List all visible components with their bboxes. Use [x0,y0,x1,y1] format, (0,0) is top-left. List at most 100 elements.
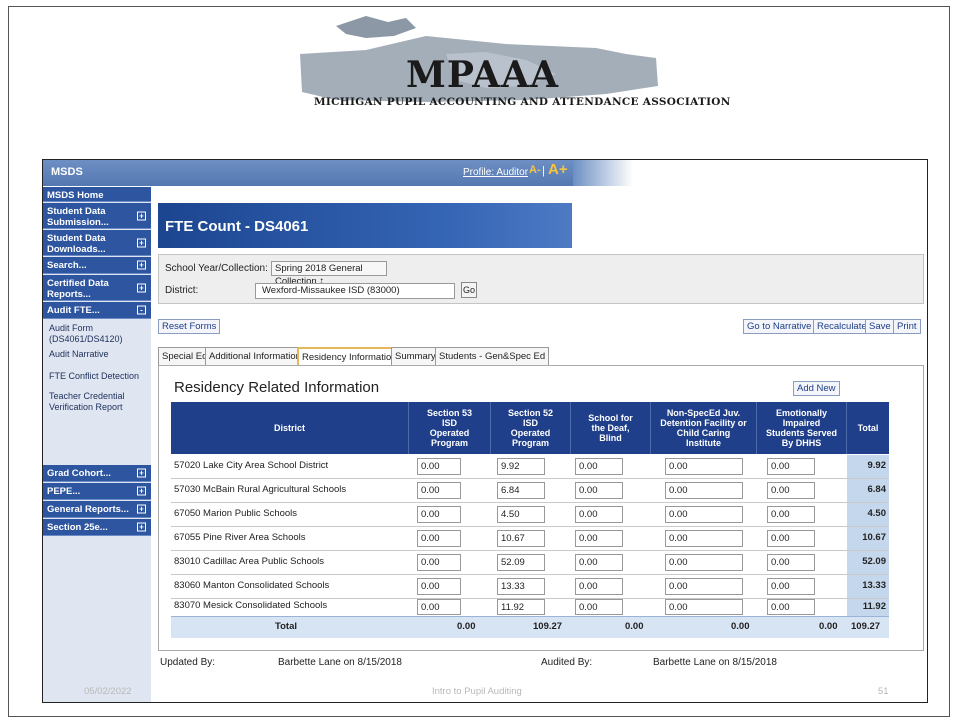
print-button[interactable]: Print [893,319,921,334]
juvenile-detention-input[interactable]: 0.00 [665,554,743,571]
section-53-input[interactable]: 0.00 [417,530,461,547]
juvenile-detention-input[interactable]: 0.00 [665,599,743,615]
sidebar-subitem-audit-narrative[interactable]: Audit Narrative [49,349,149,360]
section-52-input[interactable]: 13.33 [497,578,545,595]
section-53-input[interactable]: 0.00 [417,482,461,499]
deaf-blind-input[interactable]: 0.00 [575,530,623,547]
expand-icon[interactable]: + [137,486,146,496]
sidebar-item-pepe[interactable]: PEPE... + [43,483,151,500]
section-53-input[interactable]: 0.00 [417,599,461,615]
section-52-input[interactable]: 4.50 [497,506,545,523]
banner-subtitle: MICHIGAN PUPIL ACCOUNTING AND ATTENDANCE… [314,96,731,108]
sidebar-item-grad-cohort[interactable]: Grad Cohort... + [43,465,151,482]
section-52-input[interactable]: 9.92 [497,458,545,475]
sidebar-item-msds-home[interactable]: MSDS Home [43,187,151,202]
tab-summary[interactable]: Summary [391,347,440,365]
recalculate-button[interactable]: Recalculate [813,319,871,334]
section-title: Residency Related Information [174,379,380,396]
section-52-input[interactable]: 11.92 [497,599,545,615]
add-new-button[interactable]: Add New [793,381,840,396]
section-53-input[interactable]: 0.00 [417,578,461,595]
juvenile-detention-input[interactable]: 0.00 [665,458,743,475]
updated-by-label: Updated By: [160,657,216,668]
juvenile-detention-input[interactable]: 0.00 [665,578,743,595]
juvenile-detention-input[interactable]: 0.00 [665,482,743,499]
table-row: 57020 Lake City Area School District 0.0… [171,455,889,479]
row-total-cell: 52.09 [847,551,889,574]
emotionally-impaired-input[interactable]: 0.00 [767,482,815,499]
district-name-cell: 67055 Pine River Area Schools [174,532,306,543]
reset-forms-button[interactable]: Reset Forms [158,319,221,334]
page-title: FTE Count - DS4061 [165,218,309,235]
deaf-blind-input[interactable]: 0.00 [575,458,623,475]
go-to-narrative-button[interactable]: Go to Narrative [743,319,816,334]
expand-icon[interactable]: + [137,238,146,247]
emotionally-impaired-input[interactable]: 0.00 [767,458,815,475]
tab-special-ed[interactable]: Special Ed [158,347,212,365]
sidebar-subitem-audit-form[interactable]: Audit Form (DS4061/DS4120) [49,323,149,344]
table-row: 83070 Mesick Consolidated Schools 0.00 1… [171,599,889,616]
school-year-select[interactable]: Spring 2018 General Collection ↕ [271,261,387,287]
go-button[interactable]: Go [461,282,477,298]
save-button[interactable]: Save [865,319,895,334]
audited-by-value: Barbette Lane on 8/15/2018 [653,657,777,668]
deaf-blind-input[interactable]: 0.00 [575,506,623,523]
app-name: MSDS [51,166,83,178]
juvenile-detention-input[interactable]: 0.00 [665,530,743,547]
emotionally-impaired-input[interactable]: 0.00 [767,554,815,571]
district-name-cell: 57030 McBain Rural Agricultural Schools [174,484,347,495]
tab-students-genspec-ed[interactable]: Students - Gen&Spec Ed [435,347,550,365]
emotionally-impaired-input[interactable]: 0.00 [767,506,815,523]
sidebar-item-label: Grad Cohort... [47,468,111,479]
expand-icon[interactable]: + [137,211,146,220]
sidebar-item-student-data-submission[interactable]: Student Data Submission... + [43,203,151,229]
font-decrease-button[interactable]: A- [529,164,541,176]
emotionally-impaired-input[interactable]: 0.00 [767,530,815,547]
expand-icon[interactable]: + [137,283,146,292]
deaf-blind-input[interactable]: 0.00 [575,554,623,571]
sidebar-item-search[interactable]: Search... + [43,257,151,274]
expand-icon[interactable]: + [137,522,146,532]
total-label: Total [275,621,297,632]
sidebar-item-audit-fte[interactable]: Audit FTE... - [43,302,151,319]
sidebar-item-label: Certified Data Reports... [47,278,109,300]
tab-additional-information[interactable]: Additional Information [205,347,305,365]
sidebar-item-student-data-downloads[interactable]: Student Data Downloads... + [43,230,151,256]
deaf-blind-input[interactable]: 0.00 [575,599,623,615]
table-total-row: Total 0.00 109.27 0.00 0.00 0.00 109.27 [171,616,889,638]
section-52-input[interactable]: 52.09 [497,554,545,571]
section-52-input[interactable]: 6.84 [497,482,545,499]
profile-link[interactable]: Profile: Auditor [463,167,528,178]
expand-icon[interactable]: + [137,468,146,478]
district-field[interactable]: Wexford-Missaukee ISD (83000) [255,283,455,299]
tab-residency-information[interactable]: Residency Information [297,347,402,365]
section-53-input[interactable]: 0.00 [417,506,461,523]
section-52-input[interactable]: 10.67 [497,530,545,547]
table-row: 67050 Marion Public Schools 0.00 4.50 0.… [171,503,889,527]
sidebar-item-general-reports[interactable]: General Reports... + [43,501,151,518]
emotionally-impaired-input[interactable]: 0.00 [767,599,815,615]
sidebar-item-label: MSDS Home [47,190,104,201]
sidebar-subitem-fte-conflict-detection[interactable]: FTE Conflict Detection [49,371,149,382]
column-header-juvenile-detention: Non-SpecEd Juv. Detention Facility or Ch… [651,402,757,454]
juvenile-detention-input[interactable]: 0.00 [665,506,743,523]
slide-page-number: 51 [878,686,889,697]
column-header-section-52: Section 52 ISD Operated Program [491,402,571,454]
collapse-icon[interactable]: - [137,305,146,315]
section-53-input[interactable]: 0.00 [417,554,461,571]
emotionally-impaired-input[interactable]: 0.00 [767,578,815,595]
sidebar-item-section-25e[interactable]: Section 25e... + [43,519,151,536]
table-row: 83060 Manton Consolidated Schools 0.00 1… [171,575,889,599]
section-53-input[interactable]: 0.00 [417,458,461,475]
slide-date: 05/02/2022 [84,686,132,697]
sidebar-item-certified-data-reports[interactable]: Certified Data Reports... + [43,275,151,301]
expand-icon[interactable]: + [137,504,146,514]
font-increase-button[interactable]: A+ [548,161,568,178]
deaf-blind-input[interactable]: 0.00 [575,578,623,595]
slide-title: Intro to Pupil Auditing [432,686,522,697]
grand-total: 109.27 [851,621,881,632]
expand-icon[interactable]: + [137,260,146,270]
sidebar-subitem-teacher-credential-report[interactable]: Teacher Credential Verification Report [49,391,149,412]
table-row: 83010 Cadillac Area Public Schools 0.00 … [171,551,889,575]
deaf-blind-input[interactable]: 0.00 [575,482,623,499]
